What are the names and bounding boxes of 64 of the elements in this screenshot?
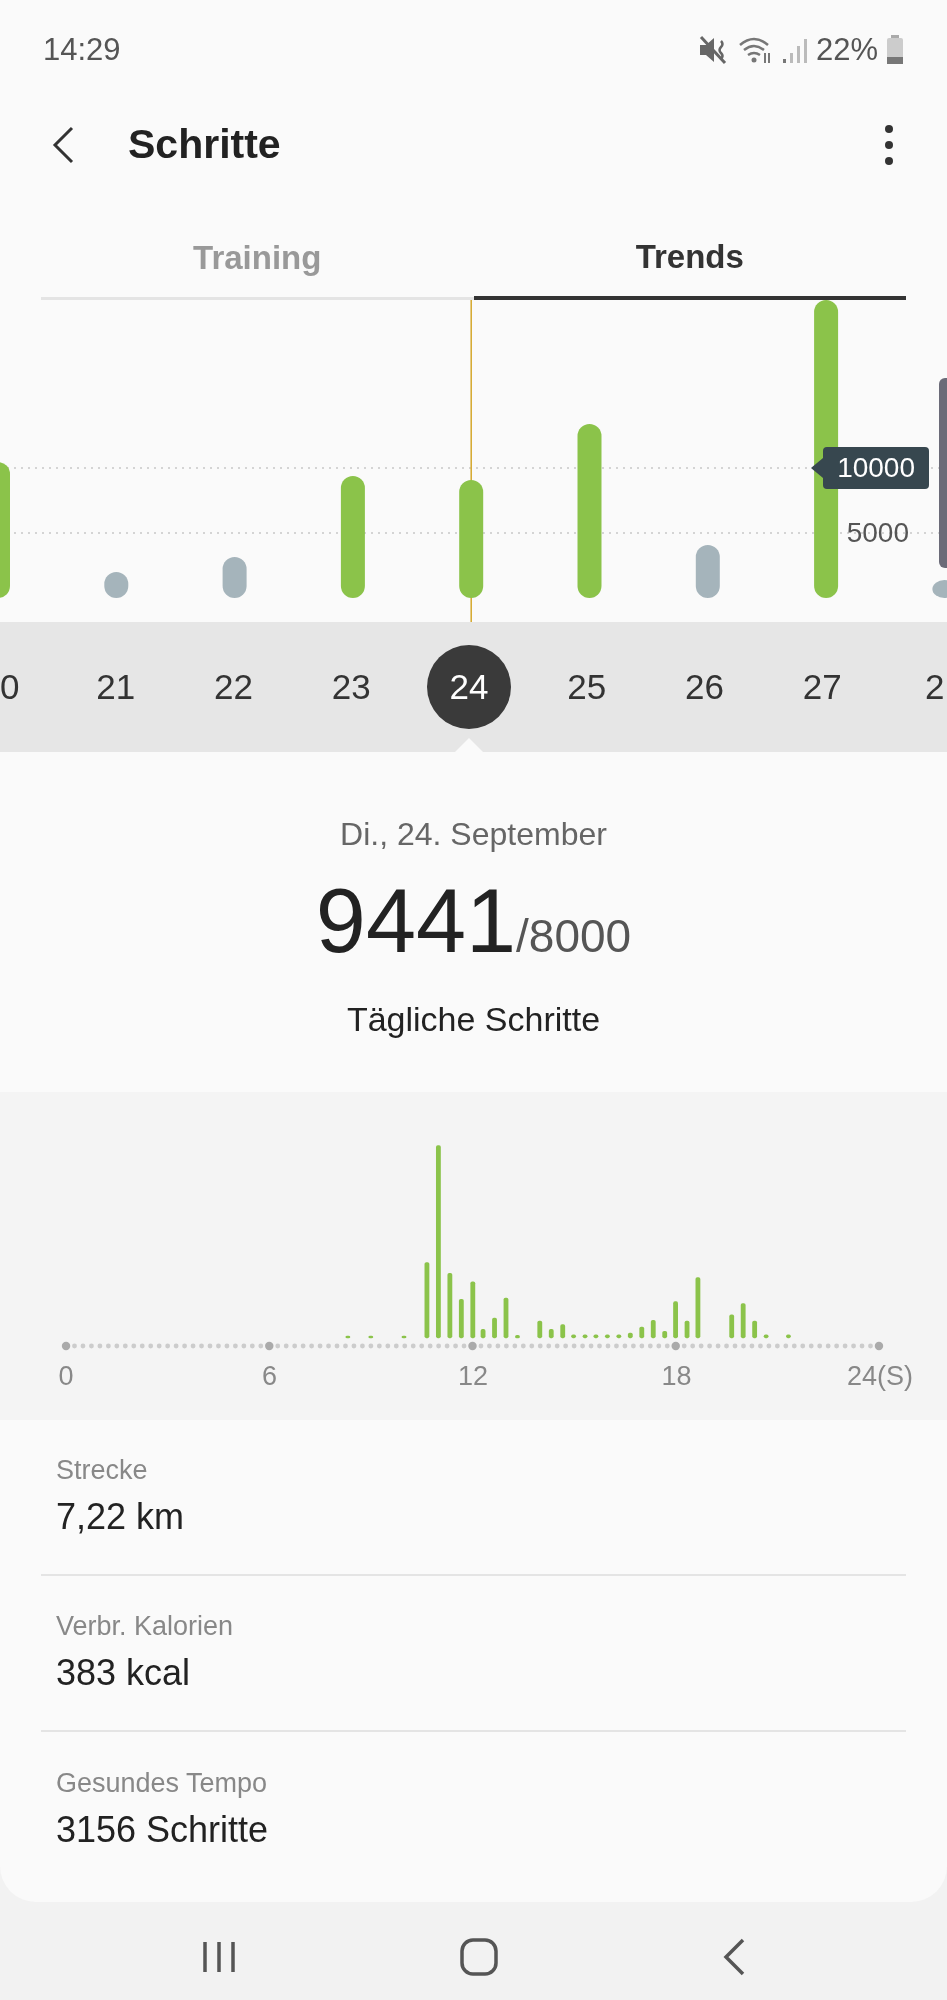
axis-label: 6 — [262, 1360, 277, 1393]
hourly-step-bar — [763, 1334, 769, 1339]
tab[interactable]: Trends — [473, 218, 906, 300]
hourly-step-bar — [548, 1329, 554, 1339]
hourly-step-bar — [662, 1330, 668, 1339]
axis-label: 12 — [458, 1360, 488, 1393]
hourly-step-bar — [492, 1317, 497, 1339]
axis-label: 0 — [58, 1360, 74, 1393]
step-count-label: Tägliche Schritte — [346, 999, 601, 1040]
day-button[interactable]: 22 — [214, 660, 253, 714]
hourly-step-bar — [503, 1297, 509, 1339]
hourly-step-bar — [470, 1281, 476, 1339]
hourly-step-bar — [593, 1334, 599, 1339]
hourly-step-bar — [480, 1329, 486, 1339]
hourly-step-bar — [582, 1334, 588, 1339]
step-count: 9441 — [315, 876, 517, 966]
hourly-step-bar — [752, 1320, 758, 1339]
hourly-step-bar — [345, 1335, 351, 1339]
hourly-step-bar — [515, 1335, 520, 1339]
stat-value: 383 kcal — [56, 1651, 192, 1696]
selected-date: Di., 24. September — [340, 815, 607, 854]
battery-icon — [886, 35, 904, 65]
hourly-step-bar — [604, 1334, 610, 1339]
day-button[interactable]: 24 — [426, 645, 511, 729]
hourly-step-bar — [684, 1320, 690, 1339]
tick-label: 5000 — [846, 519, 909, 547]
day-button[interactable]: 26 — [684, 660, 724, 714]
back-icon[interactable] — [721, 1938, 746, 1976]
hourly-step-bar — [447, 1273, 453, 1339]
hourly-step-bar — [627, 1332, 633, 1339]
recent-apps-icon[interactable] — [201, 1940, 238, 1974]
hourly-step-bar — [537, 1320, 543, 1339]
stat-value: 7,22 km — [56, 1495, 186, 1540]
hourly-step-bar — [401, 1335, 407, 1339]
hourly-step-bar — [571, 1334, 576, 1339]
day-button[interactable]: 21 — [96, 660, 136, 714]
day-button[interactable]: 27 — [802, 660, 842, 714]
day-button[interactable]: 23 — [331, 660, 371, 714]
axis-label: 18 — [661, 1360, 692, 1393]
hourly-step-bar — [560, 1324, 566, 1339]
stat-label: Verbr. Kalorien — [56, 1609, 235, 1643]
hourly-step-bar — [458, 1298, 464, 1339]
hourly-step-bar — [368, 1335, 374, 1339]
axis-label: 24(S) — [847, 1360, 913, 1393]
hourly-step-bar — [729, 1314, 735, 1339]
hourly-step-bar — [639, 1326, 645, 1339]
hourly-step-bar — [616, 1334, 622, 1339]
battery-percent: 22% — [815, 30, 878, 69]
hourly-step-bar — [650, 1320, 656, 1339]
edge-panel-handle[interactable] — [939, 378, 947, 568]
step-goal: /8000 — [516, 913, 632, 959]
day-button[interactable]: 0 — [0, 660, 20, 714]
hourly-step-bar — [740, 1303, 746, 1339]
stat-label: Strecke — [56, 1453, 149, 1487]
hourly-step-bar — [673, 1301, 678, 1339]
home-icon[interactable] — [459, 1937, 500, 1977]
hourly-step-bar — [695, 1277, 701, 1339]
page-title: Schritte — [128, 120, 281, 170]
stat-label: Gesundes Tempo — [56, 1766, 269, 1800]
stat-value: 3156 Schritte — [56, 1808, 270, 1853]
hourly-step-bar — [786, 1334, 791, 1339]
status-time: 14:29 — [43, 30, 121, 69]
day-button[interactable]: 25 — [567, 660, 607, 714]
day-button[interactable]: 2 — [925, 660, 945, 714]
